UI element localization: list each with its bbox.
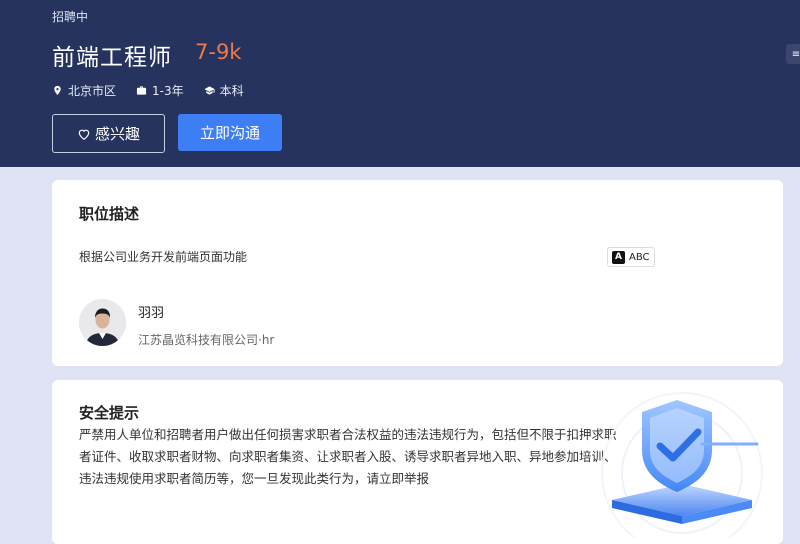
- job-status: 招聘中: [52, 10, 89, 24]
- safety-heading: 安全提示: [79, 404, 140, 422]
- translate-label: ABC: [629, 251, 650, 263]
- recruiter-avatar[interactable]: [79, 299, 126, 346]
- experience-label: 1-3年: [152, 84, 184, 98]
- heart-icon: [78, 129, 90, 140]
- recruiter-name: 羽羽: [138, 306, 165, 321]
- job-meta: 北京市区 1-3年 本科: [52, 82, 244, 99]
- side-tag-icon[interactable]: ≡: [786, 44, 800, 64]
- recruiter-company: 江苏晶览科技有限公司·hr: [138, 333, 275, 347]
- translate-button[interactable]: A ABC: [607, 247, 655, 267]
- meta-education: 本科: [204, 82, 244, 99]
- safety-tips-card: 安全提示 严禁用人单位和招聘者用户做出任何损害求职者合法权益的违法违规行为，包括…: [52, 380, 783, 544]
- safety-text: 严禁用人单位和招聘者用户做出任何损害求职者合法权益的违法违规行为，包括但不限于扣…: [79, 427, 617, 486]
- interest-label: 感兴趣: [94, 125, 140, 143]
- job-salary: 7-9k: [195, 40, 242, 64]
- security-shield-icon: [601, 392, 763, 538]
- interest-button[interactable]: 感兴趣: [52, 114, 165, 153]
- location-label: 北京市区: [68, 84, 117, 98]
- chat-now-button[interactable]: 立即沟通: [178, 114, 282, 151]
- translate-icon: A: [612, 250, 625, 264]
- location-pin-icon: [54, 85, 61, 96]
- description-text: 根据公司业务开发前端页面功能: [79, 250, 248, 264]
- briefcase-icon: [136, 86, 147, 95]
- education-label: 本科: [219, 84, 244, 98]
- job-title: 前端工程师: [52, 45, 172, 71]
- meta-experience: 1-3年: [136, 82, 184, 99]
- job-header: 招聘中 前端工程师 7-9k 北京市区 1-3年 本科 感兴趣 立即沟通 ≡: [0, 0, 800, 167]
- job-description-card: 职位描述 根据公司业务开发前端页面功能 A ABC 羽羽 江苏晶览科技有限公司·…: [52, 180, 783, 366]
- description-heading: 职位描述: [79, 205, 140, 223]
- meta-location: 北京市区: [52, 82, 116, 99]
- avatar-person-icon: [79, 299, 126, 346]
- graduation-cap-icon: [204, 86, 215, 95]
